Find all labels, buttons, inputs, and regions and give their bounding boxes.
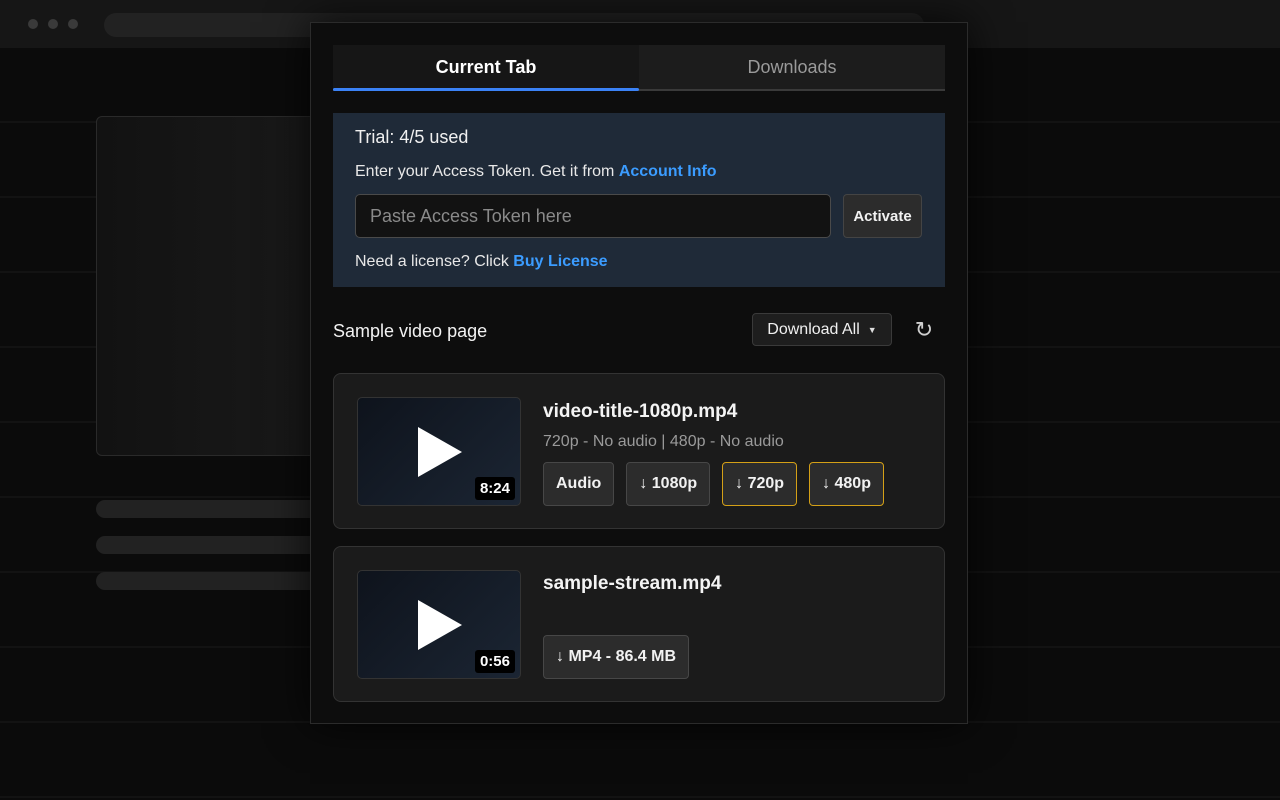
download-mp4-button[interactable]: ↓ MP4 - 86.4 MB	[543, 635, 690, 679]
background-placeholder-line	[96, 572, 336, 590]
format-buttons: Audio ↓ 1080p ↓ 720p ↓ 480p	[543, 462, 884, 506]
window-dot	[28, 19, 38, 29]
buy-license-link[interactable]: Buy License	[513, 253, 607, 270]
background-placeholder-line	[96, 536, 336, 554]
caret-down-icon: ▼	[867, 324, 877, 335]
download-all-label: Download All	[767, 320, 860, 338]
refresh-icon[interactable]: ↻	[911, 317, 937, 343]
token-help-label: Enter your Access Token. Get it from	[355, 163, 619, 180]
video-card: 8:24 video-title-1080p.mp4 720p - No aud…	[333, 373, 945, 529]
license-panel: Trial: 4/5 used Enter your Access Token.…	[333, 113, 945, 287]
need-license-text: Need a license? Click Buy License	[355, 253, 608, 271]
video-quality-info: 720p - No audio | 480p - No audio	[543, 433, 784, 450]
video-filename: sample-stream.mp4	[543, 573, 722, 594]
download-all-button[interactable]: Download All ▼	[752, 313, 892, 346]
video-filename: video-title-1080p.mp4	[543, 401, 738, 422]
video-card: 0:56 sample-stream.mp4 ↓ MP4 - 86.4 MB	[333, 546, 945, 702]
video-thumbnail[interactable]: 0:56	[357, 570, 521, 679]
page-title: Sample video page	[333, 321, 488, 341]
tab-downloads[interactable]: Downloads	[639, 45, 945, 89]
background-placeholder-card	[96, 116, 336, 456]
need-license-label: Need a license? Click	[355, 253, 514, 270]
window-dot	[48, 19, 58, 29]
video-thumbnail[interactable]: 8:24	[357, 397, 521, 506]
background-placeholder-line	[96, 500, 336, 518]
tab-current-tab[interactable]: Current Tab	[333, 45, 639, 91]
duration-badge: 0:56	[474, 650, 515, 673]
activate-button[interactable]: Activate	[843, 194, 922, 238]
duration-badge: 8:24	[474, 477, 515, 500]
account-info-link[interactable]: Account Info	[619, 163, 717, 180]
play-icon	[418, 600, 462, 650]
access-token-input[interactable]	[355, 194, 831, 238]
download-480p-button[interactable]: ↓ 480p	[809, 462, 884, 506]
download-720p-button[interactable]: ↓ 720p	[722, 462, 798, 506]
trial-status: Trial: 4/5 used	[355, 127, 469, 147]
play-icon	[418, 427, 462, 477]
tab-bar: Current Tab Downloads	[333, 45, 945, 91]
extension-popup: Current Tab Downloads Trial: 4/5 used En…	[310, 22, 968, 724]
token-help-text: Enter your Access Token. Get it from Acc…	[355, 163, 717, 181]
audio-download-button[interactable]: Audio	[543, 462, 615, 506]
download-1080p-button[interactable]: ↓ 1080p	[626, 462, 711, 506]
format-buttons: ↓ MP4 - 86.4 MB	[543, 635, 690, 679]
window-dot	[68, 19, 78, 29]
